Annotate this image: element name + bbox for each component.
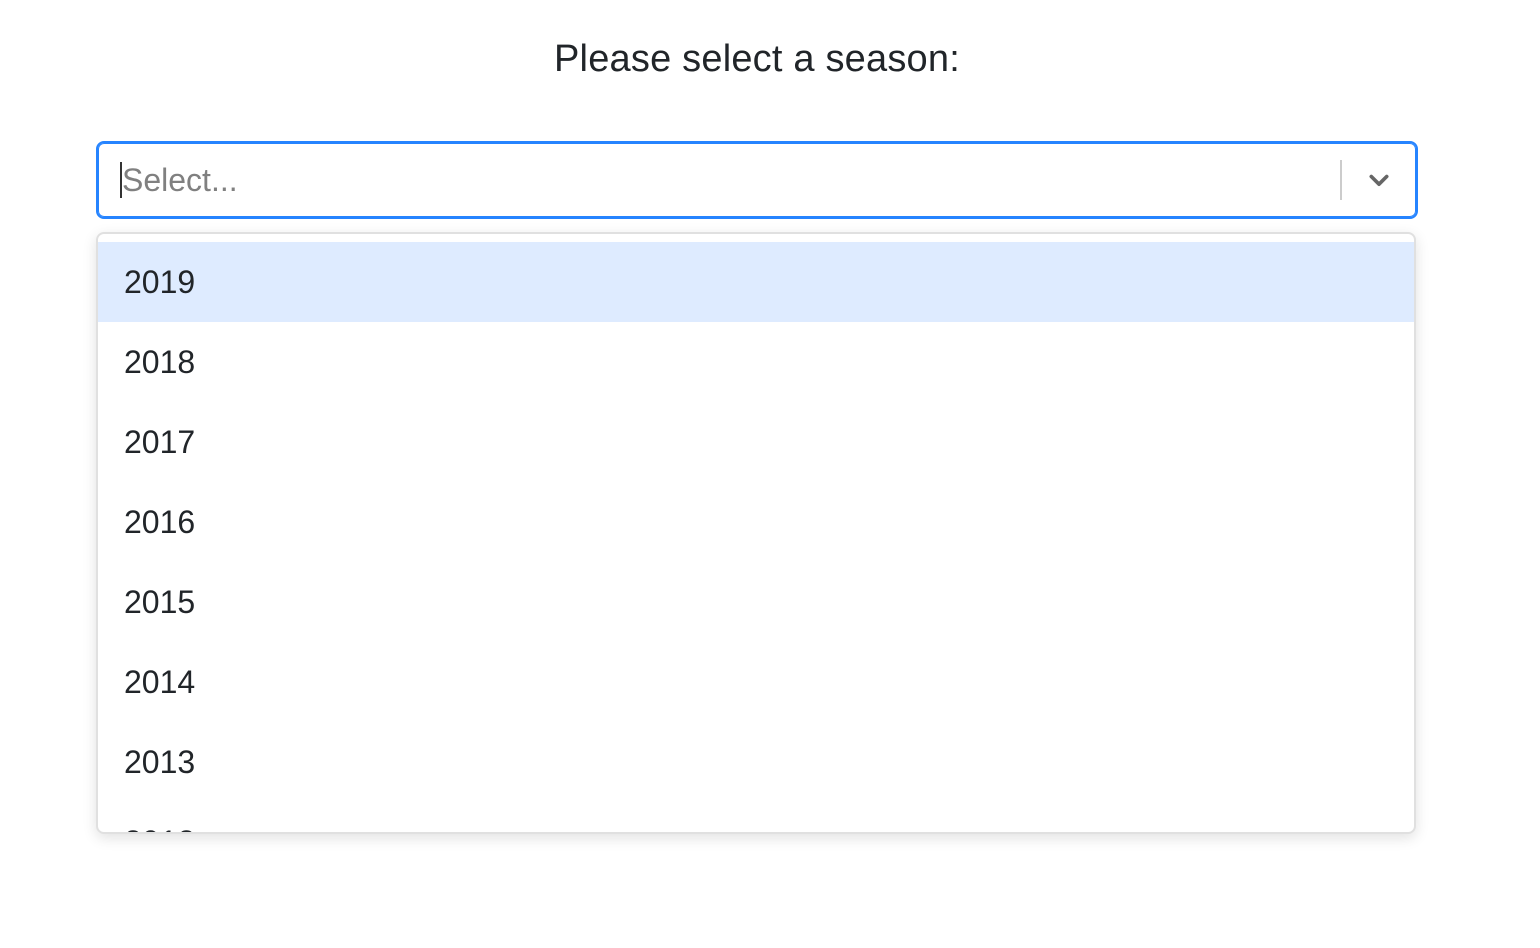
option-2012[interactable]: 2012: [98, 802, 1414, 833]
text-cursor: [120, 162, 122, 198]
dropdown-indicator[interactable]: [1342, 143, 1416, 217]
page-title: Please select a season:: [554, 38, 960, 80]
options-menu[interactable]: 2019 2018 2017 2016 2015 2014 2013 2012: [96, 232, 1416, 834]
select-placeholder: Select...: [122, 161, 238, 198]
option-2014[interactable]: 2014: [98, 642, 1414, 722]
option-2019[interactable]: 2019: [98, 242, 1414, 322]
option-2017[interactable]: 2017: [98, 402, 1414, 482]
season-select[interactable]: Select...: [96, 141, 1418, 219]
option-2015[interactable]: 2015: [98, 562, 1414, 642]
option-2013[interactable]: 2013: [98, 722, 1414, 802]
option-2016[interactable]: 2016: [98, 482, 1414, 562]
option-2018[interactable]: 2018: [98, 322, 1414, 402]
select-value-container[interactable]: Select...: [98, 143, 1340, 217]
chevron-down-icon: [1369, 174, 1389, 187]
